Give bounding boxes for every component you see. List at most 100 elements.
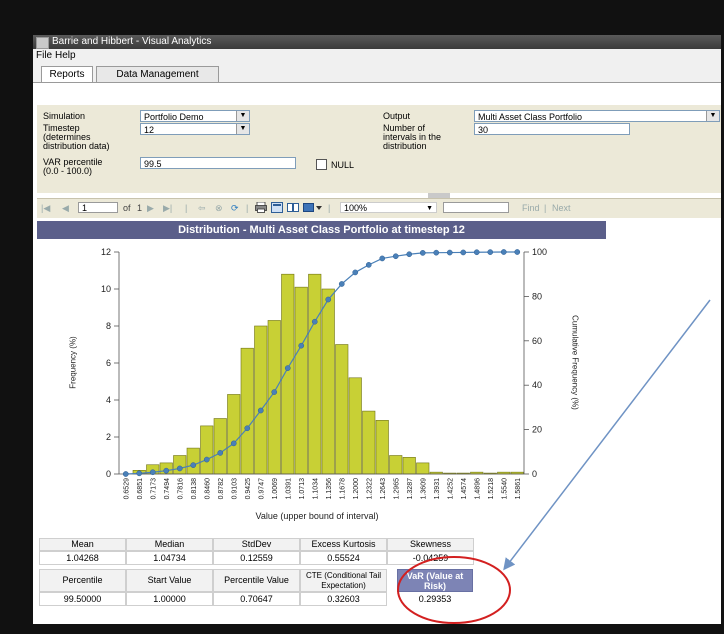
find-link[interactable]: Find — [522, 203, 540, 213]
page-input[interactable]: 1 — [78, 202, 118, 213]
cumulative-point — [271, 389, 278, 395]
stats-value-skewness: -0.04259 — [387, 551, 474, 565]
back-icon[interactable]: ⇦ — [198, 203, 206, 213]
stop-icon[interactable]: ⊗ — [215, 203, 223, 213]
y-tick-label: 4 — [106, 395, 111, 405]
cumulative-point — [149, 469, 156, 476]
x-tick-label: 1.0391 — [285, 478, 292, 500]
histogram-bar — [321, 288, 335, 475]
cumulative-point — [460, 249, 467, 256]
x-tick-label: 1.4252 — [447, 478, 454, 500]
zoom-value: 100% — [344, 203, 368, 213]
cumulative-point — [217, 450, 224, 456]
var-value-percentile-value: 0.70647 — [213, 592, 300, 606]
cumulative-point — [122, 471, 129, 477]
histogram-bar — [335, 344, 349, 475]
separator-3: | — [328, 203, 331, 213]
cumulative-point — [500, 249, 507, 255]
cumulative-point — [392, 253, 399, 260]
cumulative-point — [338, 281, 345, 287]
histogram-bar — [416, 462, 430, 475]
export-icon[interactable] — [303, 202, 323, 213]
y-tick-label: 2 — [106, 432, 111, 442]
y-tick-label: 12 — [101, 247, 111, 257]
simulation-select[interactable]: Portfolio Demo ▼ — [140, 110, 250, 122]
last-page-icon[interactable]: ▶| — [163, 203, 172, 213]
var-value-start: 1.00000 — [126, 592, 213, 606]
x-tick-label: 1.0069 — [272, 478, 279, 500]
next-page-icon[interactable]: ▶ — [147, 203, 154, 213]
var-header-percentile: Percentile — [39, 569, 126, 592]
stats-header-skewness: Skewness — [387, 538, 474, 551]
chevron-down-icon[interactable]: ▼ — [426, 203, 433, 214]
stats-header-kurtosis: Excess Kurtosis — [300, 538, 387, 551]
x-tick-label: 1.2643 — [380, 478, 387, 500]
histogram-bar — [375, 420, 389, 475]
histogram-bar — [200, 425, 214, 475]
x-tick-label: 0.6529 — [123, 478, 130, 500]
x-tick-label: 1.5861 — [515, 478, 522, 500]
cumulative-point — [203, 456, 210, 463]
separator-2: | — [246, 203, 249, 213]
window-title: Barrie and Hibbert - Visual Analytics — [52, 36, 212, 47]
cumulative-point — [230, 440, 237, 447]
x-tick-label: 1.2322 — [366, 478, 373, 500]
timestep-select[interactable]: 12 ▼ — [140, 123, 250, 135]
page-setup-icon[interactable] — [287, 202, 299, 213]
cumulative-point — [298, 342, 305, 349]
chevron-down-icon[interactable]: ▼ — [236, 111, 249, 121]
page-of-label: of — [123, 203, 131, 213]
separator: | — [185, 203, 188, 213]
tab-data-management[interactable]: Data Management — [96, 66, 219, 83]
cumulative-point — [365, 262, 372, 268]
x-tick-label: 0.6851 — [137, 478, 144, 500]
chevron-down-icon[interactable]: ▼ — [236, 124, 249, 134]
x-tick-label: 0.9747 — [258, 478, 265, 500]
parameter-area: Simulation Portfolio Demo ▼ Timestep (det… — [37, 105, 721, 193]
intervals-input[interactable]: 30 — [474, 123, 630, 135]
timestep-label-3: distribution data) — [43, 141, 110, 151]
menu-help[interactable]: Help — [55, 49, 76, 63]
x-tick-label: 1.2965 — [393, 478, 400, 500]
print-layout-icon[interactable] — [271, 202, 283, 213]
next-link[interactable]: Next — [552, 203, 571, 213]
simulation-value: Portfolio Demo — [144, 112, 204, 122]
x-tick-label: 1.5218 — [488, 478, 495, 500]
histogram-bar — [213, 418, 227, 475]
x-tick-label: 1.3609 — [420, 478, 427, 500]
page-total: 1 — [137, 203, 143, 213]
refresh-icon[interactable]: ⟳ — [231, 203, 239, 213]
cumulative-point — [446, 249, 453, 256]
find-input[interactable] — [443, 202, 509, 213]
x-tick-label: 1.4574 — [461, 478, 468, 500]
cumulative-point — [163, 467, 170, 474]
x-tick-label: 0.8782 — [218, 478, 225, 500]
x-tick-label: 1.4896 — [474, 478, 481, 500]
y2-tick-label: 0 — [532, 469, 537, 479]
y2-axis-label: Cumulative Frequency (%) — [570, 315, 580, 410]
print-icon[interactable] — [255, 201, 267, 213]
histogram-bar — [389, 455, 403, 475]
x-tick-label: 0.9425 — [245, 478, 252, 500]
y2-tick-label: 20 — [532, 425, 542, 435]
first-page-icon[interactable]: |◀ — [41, 203, 50, 213]
cumulative-line — [125, 251, 518, 475]
x-tick-label: 1.2000 — [353, 478, 360, 500]
x-tick-label: 0.8460 — [204, 478, 211, 500]
stats-value-median: 1.04734 — [126, 551, 213, 565]
null-checkbox[interactable] — [316, 159, 327, 170]
intervals-value: 30 — [478, 125, 489, 135]
x-tick-label: 1.3287 — [407, 478, 414, 500]
y2-tick-label: 100 — [532, 247, 547, 257]
zoom-select[interactable]: 100% ▼ — [340, 202, 437, 213]
y-axis-label: Frequency (%) — [68, 336, 78, 389]
menu-file[interactable]: File — [36, 49, 52, 63]
prev-page-icon[interactable]: ◀ — [62, 203, 69, 213]
var-percentile-input[interactable]: 99.5 — [140, 157, 296, 169]
x-tick-label: 0.8138 — [191, 478, 198, 500]
stats-header-median: Median — [126, 538, 213, 551]
histogram-bar — [240, 347, 254, 475]
chevron-down-icon[interactable]: ▼ — [706, 111, 719, 121]
output-value: Multi Asset Class Portfolio — [478, 112, 583, 122]
output-select[interactable]: Multi Asset Class Portfolio ▼ — [474, 110, 720, 122]
